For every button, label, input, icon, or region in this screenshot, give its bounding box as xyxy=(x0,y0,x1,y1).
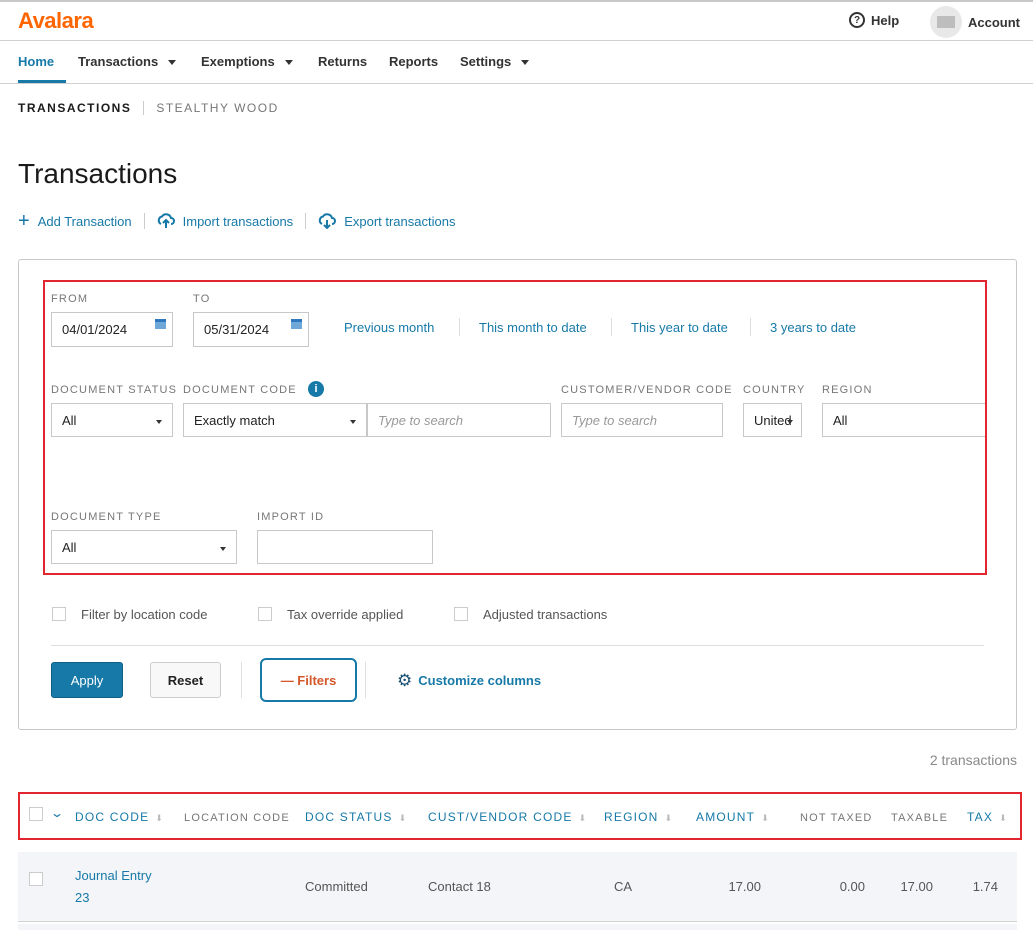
table-row[interactable] xyxy=(18,924,1017,930)
gear-icon: ⚙ xyxy=(397,670,413,690)
column-label: DOC CODE xyxy=(75,810,150,824)
import-transactions-link[interactable]: Import transactions xyxy=(157,213,294,229)
nav-transactions[interactable]: Transactions xyxy=(78,54,177,69)
filters-highlight-box xyxy=(43,280,987,575)
nav-exemptions-label: Exemptions xyxy=(201,54,275,69)
export-transactions-link[interactable]: Export transactions xyxy=(318,213,455,229)
account-label: Account xyxy=(968,14,1020,30)
breadcrumb-section: TRANSACTIONS xyxy=(18,101,132,115)
sort-arrow-icon: ⬇ xyxy=(664,813,674,823)
separator xyxy=(305,213,307,229)
not-taxed-cell: 0.00 xyxy=(839,879,865,894)
breadcrumb-company: STEALTHY WOOD xyxy=(156,101,279,115)
breadcrumb: TRANSACTIONS STEALTHY WOOD xyxy=(18,101,279,115)
customize-columns-button[interactable]: ⚙ Customize columns xyxy=(397,670,542,690)
table-row[interactable]: Journal Entry 23 Committed Contact 18 CA… xyxy=(18,852,1017,922)
region-cell: CA xyxy=(614,879,633,894)
apply-button[interactable]: Apply xyxy=(51,662,123,698)
help-label: Help xyxy=(871,12,900,28)
account-button[interactable]: Account xyxy=(930,6,1020,38)
export-transactions-label: Export transactions xyxy=(344,213,456,229)
separator xyxy=(241,662,242,698)
caret-down-icon xyxy=(168,60,177,66)
separator xyxy=(365,662,366,698)
tax-cell: 1.74 xyxy=(972,879,998,894)
main-nav: Home Transactions Exemptions Returns Rep… xyxy=(0,41,1033,84)
column-header-doc-status[interactable]: DOC STATUS ⬇ xyxy=(305,810,407,824)
doc-status-cell: Committed xyxy=(305,879,368,894)
row-checkbox[interactable] xyxy=(29,872,43,886)
separator xyxy=(143,213,145,229)
nav-reports-label: Reports xyxy=(389,54,439,69)
sort-arrow-icon: ⬇ xyxy=(155,813,165,823)
column-label: REGION xyxy=(604,810,659,824)
avalara-logo[interactable]: Avalara xyxy=(18,8,94,34)
toggle-filters-button[interactable]: — Filters xyxy=(260,658,357,702)
column-label: LOCATION CODE xyxy=(184,812,290,824)
import-transactions-label: Import transactions xyxy=(182,213,294,229)
nav-home[interactable]: Home xyxy=(18,54,54,69)
question-circle-icon: ? xyxy=(849,12,865,28)
sort-arrow-icon: ⬇ xyxy=(398,813,408,823)
select-all-checkbox[interactable] xyxy=(29,807,43,821)
cloud-download-icon xyxy=(319,213,337,229)
cust-vendor-cell: Contact 18 xyxy=(428,879,491,894)
cloud-upload-icon xyxy=(157,213,175,228)
nav-reports[interactable]: Reports xyxy=(389,54,438,69)
doc-code-line1: Journal Entry xyxy=(75,868,152,883)
doc-code-link[interactable]: Journal Entry 23 xyxy=(75,865,152,909)
breadcrumb-separator xyxy=(143,101,145,115)
column-label: TAX xyxy=(967,810,994,824)
amount-cell: 17.00 xyxy=(728,879,761,894)
nav-home-label: Home xyxy=(18,54,55,69)
column-header-tax[interactable]: TAX ⬇ xyxy=(967,810,1008,824)
nav-returns-label: Returns xyxy=(318,54,368,69)
column-header-taxable: TAXABLE xyxy=(891,812,948,824)
action-links: + Add Transaction Import transactions Ex… xyxy=(18,210,455,232)
nav-settings-label: Settings xyxy=(460,54,512,69)
column-label: CUST/VENDOR CODE xyxy=(428,810,573,824)
column-label: DOC STATUS xyxy=(305,810,393,824)
chevron-down-icon[interactable]: ⌄ xyxy=(50,806,64,820)
add-transaction-label: Add Transaction xyxy=(37,213,132,229)
column-header-doc-code[interactable]: DOC CODE ⬇ xyxy=(75,810,164,824)
tax-override-label[interactable]: Tax override applied xyxy=(287,607,403,622)
column-header-region[interactable]: REGION ⬇ xyxy=(604,810,673,824)
sort-arrow-icon: ⬇ xyxy=(999,813,1008,823)
active-tab-indicator xyxy=(18,80,66,83)
logo-text: Avalara xyxy=(18,8,94,33)
filter-location-code-checkbox[interactable] xyxy=(52,607,66,621)
page-title: Transactions xyxy=(18,158,178,189)
nav-exemptions[interactable]: Exemptions xyxy=(201,54,293,69)
doc-code-line2: 23 xyxy=(75,890,90,905)
column-header-not-taxed: NOT TAXED xyxy=(800,812,873,824)
add-transaction-link[interactable]: + Add Transaction xyxy=(18,210,132,232)
reset-button[interactable]: Reset xyxy=(150,662,221,698)
column-label: TAXABLE xyxy=(891,812,949,824)
nav-returns[interactable]: Returns xyxy=(318,54,367,69)
caret-down-icon xyxy=(284,60,293,66)
taxable-cell: 17.00 xyxy=(900,879,933,894)
tax-override-checkbox[interactable] xyxy=(258,607,272,621)
adjusted-transactions-label[interactable]: Adjusted transactions xyxy=(483,607,607,622)
divider xyxy=(51,645,984,646)
filter-location-code-label[interactable]: Filter by location code xyxy=(81,607,207,622)
column-label: AMOUNT xyxy=(696,810,756,824)
avatar xyxy=(930,6,962,38)
transaction-count: 2 transactions xyxy=(929,752,1017,768)
help-button[interactable]: ? Help xyxy=(849,12,899,28)
column-header-amount[interactable]: AMOUNT ⬇ xyxy=(696,810,770,824)
nav-transactions-label: Transactions xyxy=(78,54,159,69)
sort-arrow-icon: ⬇ xyxy=(578,813,588,823)
column-header-location-code: LOCATION CODE xyxy=(184,812,290,824)
sort-arrow-icon: ⬇ xyxy=(761,813,770,823)
nav-settings[interactable]: Settings xyxy=(460,54,530,69)
customize-columns-label: Customize columns xyxy=(418,673,542,688)
top-bar: Avalara ? Help Account xyxy=(0,0,1033,41)
plus-icon: + xyxy=(18,210,30,232)
adjusted-transactions-checkbox[interactable] xyxy=(454,607,468,621)
column-header-cust-vendor-code[interactable]: CUST/VENDOR CODE ⬇ xyxy=(428,810,587,824)
caret-down-icon xyxy=(521,60,530,66)
column-label: NOT TAXED xyxy=(800,812,873,824)
